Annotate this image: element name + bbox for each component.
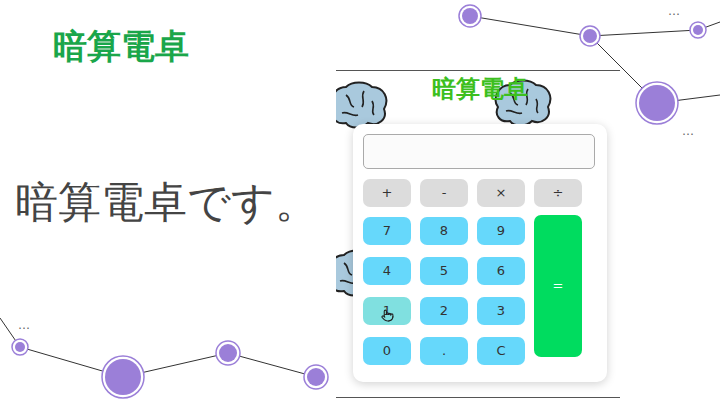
operator-row: +-× ÷ [363,179,595,207]
key-button[interactable]: 6 [477,257,525,285]
key-button[interactable]: 3 [477,297,525,325]
slide-title: 暗算電卓 [53,26,336,67]
operator-button[interactable]: ÷ [534,179,582,207]
slide-body: 暗算電卓です。 [15,177,336,229]
operator-button[interactable]: + [363,179,411,207]
keypad: = 789 456 123 0. C [363,217,595,365]
key-button[interactable]: 5 [420,257,468,285]
ellipsis-mark: … [682,124,695,138]
key-button[interactable]: 8 [420,217,468,245]
key-button[interactable]: 1 [363,297,411,325]
slide: ………暗算電卓暗算電卓です。暗算電卓+-×÷=7894561230.C [0,0,720,405]
key-button[interactable]: 2 [420,297,468,325]
operator-button[interactable]: × [477,179,525,207]
ellipsis-mark: … [18,318,31,332]
key-button[interactable]: C [477,337,525,365]
key-button[interactable]: 7 [363,217,411,245]
ellipsis-mark: … [668,4,681,18]
app-heading: 暗算電卓 [353,75,607,104]
key-button[interactable]: 0 [363,337,411,365]
calculator: +-× ÷ = 789 456 123 0. C [353,124,607,382]
slide-text: 暗算電卓暗算電卓です。 [0,0,336,405]
key-button[interactable]: . [420,337,468,365]
equals-button[interactable]: = [534,215,582,357]
display-field[interactable] [363,134,595,169]
hand-cursor-icon [381,309,394,322]
key-button[interactable]: 4 [363,257,411,285]
operator-button[interactable]: - [420,179,468,207]
app-screenshot: 暗算電卓 +-× ÷ = 789 456 123 0. C [336,70,620,398]
key-button[interactable]: 9 [477,217,525,245]
